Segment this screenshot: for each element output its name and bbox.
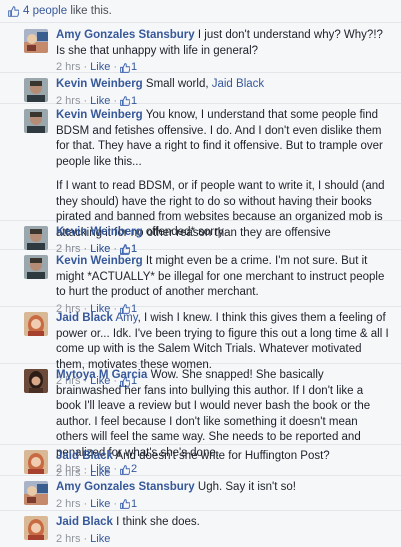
comment-author[interactable]: Kevin Weinberg — [56, 226, 143, 238]
comment-paragraph: Kevin Weinberg offended* sorry — [56, 225, 391, 241]
mention-link[interactable]: Amy — [115, 312, 137, 324]
likes-count-link[interactable]: 4 people — [23, 5, 67, 17]
comment: Amy Gonzales Stansbury Ugh. Say it isn't… — [0, 475, 401, 511]
separator-dot: · — [83, 532, 87, 547]
comment-author[interactable]: Jaid Black — [56, 312, 113, 324]
comment-text: Ugh. Say it isn't so! — [198, 481, 296, 493]
avatar[interactable] — [24, 109, 48, 133]
comment-author[interactable]: Kevin Weinberg — [56, 255, 143, 267]
comment-author[interactable]: Jaid Black — [56, 450, 113, 462]
comment: Kevin Weinberg It might even be a crime.… — [0, 249, 401, 307]
comment: Kevin Weinberg offended* sorry2 hrs·Like… — [0, 220, 401, 250]
comment-author[interactable]: Kevin Weinberg — [56, 109, 143, 121]
comment-paragraph: Amy Gonzales Stansbury Ugh. Say it isn't… — [56, 480, 391, 496]
comment: Jaid Black I think she does.2 hrs·Like — [0, 510, 401, 541]
likes-summary: 4 people like this. — [0, 0, 401, 23]
comment-author[interactable]: Kevin Weinberg — [56, 78, 143, 90]
comment: Mytoya M Garcia Wow. She snapped! She ba… — [0, 363, 401, 445]
thumbs-up-icon — [120, 499, 130, 509]
comment-paragraph: Kevin Weinberg You know, I understand th… — [56, 108, 391, 170]
comment-paragraph: Amy Gonzales Stansbury I just don't unde… — [56, 28, 391, 59]
comment-author[interactable]: Jaid Black — [56, 516, 113, 528]
avatar[interactable] — [24, 29, 48, 53]
comment-text: And doesn't she write for Huffington Pos… — [115, 450, 329, 462]
comment-author[interactable]: Amy Gonzales Stansbury — [56, 481, 195, 493]
comment-author[interactable]: Mytoya M Garcia — [56, 369, 147, 381]
mention-link[interactable]: Jaid Black — [212, 78, 264, 90]
comment-paragraph: Kevin Weinberg It might even be a crime.… — [56, 254, 391, 301]
comment: Kevin Weinberg You know, I understand th… — [0, 103, 401, 221]
avatar[interactable] — [24, 481, 48, 505]
comment-text: Small world, — [146, 78, 212, 90]
comment: Jaid Black And doesn't she write for Huf… — [0, 444, 401, 476]
thumbs-up-icon — [8, 6, 19, 17]
comment-text: I think she does. — [116, 516, 200, 528]
comment-author[interactable]: Amy Gonzales Stansbury — [56, 29, 195, 41]
comment: Kevin Weinberg Small world, Jaid Black2 … — [0, 72, 401, 104]
comment: Amy Gonzales Stansbury I just don't unde… — [0, 23, 401, 73]
comment-paragraph: Jaid Black And doesn't she write for Huf… — [56, 449, 391, 465]
comment: Jaid Black Amy, I wish I knew. I think t… — [0, 306, 401, 364]
avatar[interactable] — [24, 255, 48, 279]
avatar[interactable] — [24, 516, 48, 540]
avatar[interactable] — [24, 78, 48, 102]
like-button[interactable]: Like — [90, 532, 110, 547]
likes-suffix: like this. — [67, 5, 112, 17]
avatar[interactable] — [24, 450, 48, 474]
comment-paragraph: Jaid Black I think she does. — [56, 515, 391, 531]
comment-meta: 2 hrs·Like — [56, 532, 391, 547]
comment-text: offended* sorry — [146, 226, 224, 238]
avatar[interactable] — [24, 226, 48, 250]
avatar[interactable] — [24, 312, 48, 336]
comment-paragraph: Kevin Weinberg Small world, Jaid Black — [56, 77, 391, 93]
comment-timestamp[interactable]: 2 hrs — [56, 532, 80, 547]
avatar[interactable] — [24, 369, 48, 393]
